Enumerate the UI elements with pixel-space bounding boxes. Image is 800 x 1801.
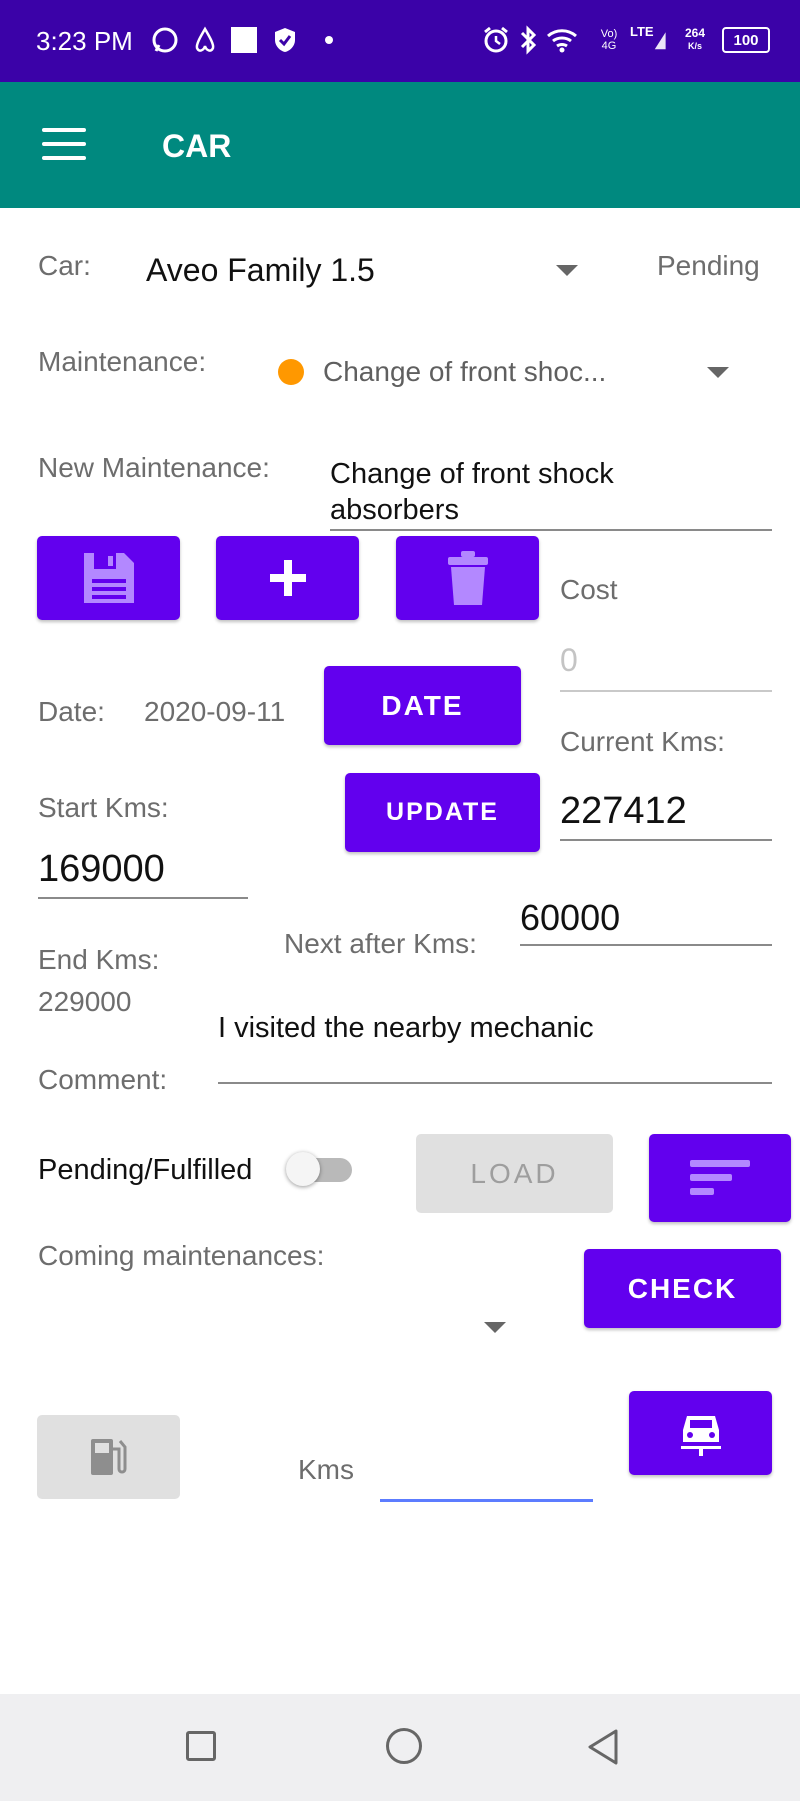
new-maintenance-line2: absorbers xyxy=(330,494,459,526)
end-kms-value: 229000 xyxy=(38,986,132,1017)
delete-button[interactable] xyxy=(396,536,539,620)
whatsapp-icon xyxy=(150,24,180,56)
car-icon xyxy=(680,1416,721,1456)
floppy-disk-icon xyxy=(83,553,134,603)
maintenance-select-value[interactable]: Change of front shoc... xyxy=(323,356,606,388)
square-notification-icon xyxy=(230,24,258,56)
coming-maintenances-label: Coming maintenances: xyxy=(38,1240,325,1271)
cost-underline xyxy=(560,690,772,692)
car-label: Car: xyxy=(38,250,91,281)
dot-icon xyxy=(322,24,336,56)
add-button[interactable] xyxy=(216,536,359,620)
wifi-icon xyxy=(544,24,580,56)
airbnb-icon xyxy=(190,24,220,56)
date-button[interactable]: DATE xyxy=(324,666,521,745)
back-icon[interactable] xyxy=(586,1728,620,1771)
comment-input[interactable]: I visited the nearby mechanic xyxy=(218,1012,594,1045)
new-maintenance-line1: Change of front shock xyxy=(330,458,614,490)
volte-label: Vo) 4G xyxy=(600,28,618,52)
fuel-button[interactable] xyxy=(37,1415,180,1499)
battery-icon: 100 xyxy=(720,24,772,56)
date-value: 2020-09-11 xyxy=(144,696,286,727)
start-kms-underline xyxy=(38,897,248,899)
gas-station-icon xyxy=(90,1439,126,1475)
home-icon[interactable] xyxy=(386,1728,422,1764)
battery-level: 100 xyxy=(722,27,770,53)
page-title: CAR xyxy=(162,128,232,164)
next-after-kms-label: Next after Kms: xyxy=(284,928,477,959)
net-speed: 264 K/s xyxy=(678,24,712,56)
plus-icon xyxy=(269,560,306,596)
start-kms-label: Start Kms: xyxy=(38,792,169,823)
car-status-label: Pending xyxy=(657,250,760,281)
coming-maintenances-dropdown-arrow-icon[interactable] xyxy=(484,1322,506,1333)
status-time: 3:23 PM xyxy=(36,26,133,56)
shield-icon xyxy=(270,24,300,56)
maintenance-dropdown-arrow-icon[interactable] xyxy=(707,367,729,378)
bluetooth-icon xyxy=(516,24,540,56)
cost-input[interactable]: 0 xyxy=(560,642,578,679)
car-select-value[interactable]: Aveo Family 1.5 xyxy=(146,252,375,289)
check-button[interactable]: CHECK xyxy=(584,1249,781,1328)
end-kms-label: End Kms: xyxy=(38,944,160,975)
load-button[interactable]: LOAD xyxy=(416,1134,613,1213)
comment-label: Comment: xyxy=(38,1064,168,1095)
kms-underline xyxy=(380,1499,593,1502)
current-kms-underline xyxy=(560,839,772,841)
pending-fulfilled-label: Pending/Fulfilled xyxy=(38,1154,253,1186)
current-kms-input[interactable]: 227412 xyxy=(560,790,687,833)
start-kms-input[interactable]: 169000 xyxy=(38,848,165,891)
new-maintenance-underline xyxy=(330,529,772,531)
new-maintenance-label: New Maintenance: xyxy=(38,452,270,483)
maintenance-status-dot-icon xyxy=(278,359,304,385)
current-kms-label: Current Kms: xyxy=(560,726,725,757)
date-label: Date: xyxy=(38,696,105,727)
lte-signal-icon: LTE xyxy=(630,24,666,56)
sort-button[interactable] xyxy=(649,1134,791,1222)
car-dropdown-arrow-icon[interactable] xyxy=(556,265,578,276)
maintenance-label: Maintenance: xyxy=(38,346,207,377)
car-button[interactable] xyxy=(629,1391,772,1475)
save-button[interactable] xyxy=(37,536,180,620)
net-speed-unit: K/s xyxy=(687,41,702,51)
net-speed-value: 264 xyxy=(684,26,706,40)
update-button[interactable]: UPDATE xyxy=(345,773,540,852)
lte-label: LTE xyxy=(630,24,654,39)
kms-label: Kms xyxy=(298,1454,354,1485)
recent-apps-icon[interactable] xyxy=(186,1731,216,1761)
app-bar xyxy=(0,82,800,208)
new-maintenance-input[interactable]: Change of front shock absorbers xyxy=(330,456,614,528)
trash-icon xyxy=(447,551,488,605)
next-after-kms-input[interactable]: 60000 xyxy=(520,897,620,939)
kms-input[interactable] xyxy=(380,1440,593,1480)
comment-underline xyxy=(218,1082,772,1084)
sort-icon xyxy=(690,1160,750,1195)
menu-icon[interactable] xyxy=(42,128,86,162)
alarm-icon xyxy=(480,24,512,56)
cost-label: Cost xyxy=(560,574,618,605)
next-after-kms-underline xyxy=(520,944,772,946)
pending-fulfilled-switch[interactable] xyxy=(286,1152,354,1186)
